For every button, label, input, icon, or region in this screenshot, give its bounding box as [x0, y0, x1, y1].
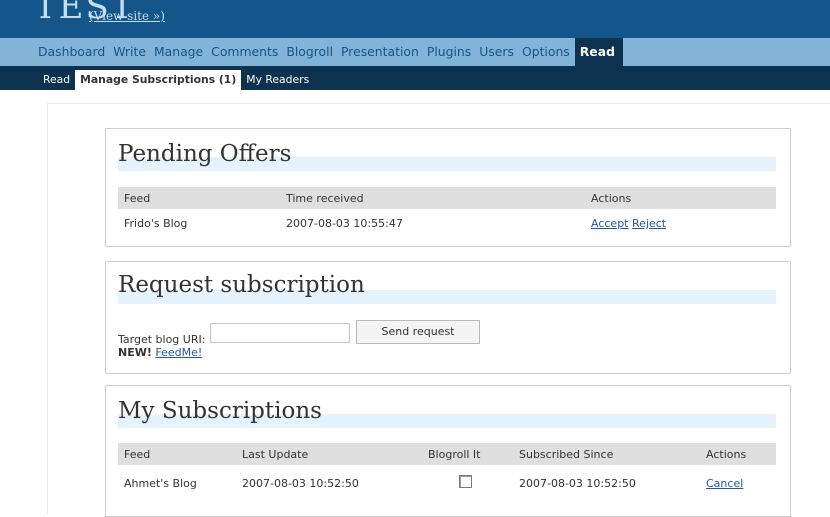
subscribed-since: 2007-08-03 10:52:50 [519, 477, 636, 490]
column-header: Blogroll It [428, 448, 481, 461]
new-label: NEW! [118, 346, 152, 359]
menu-dashboard[interactable]: Dashboard [34, 38, 109, 66]
menu-manage[interactable]: Manage [150, 38, 207, 66]
menu-blogroll[interactable]: Blogroll [282, 38, 337, 66]
cancel-link[interactable]: Cancel [706, 477, 743, 490]
menu-presentation[interactable]: Presentation [337, 38, 423, 66]
menu-plugins[interactable]: Plugins [423, 38, 475, 66]
last-update: 2007-08-03 10:52:50 [242, 477, 359, 490]
column-header: Actions [591, 192, 632, 205]
pending-offers-box: Pending Offers Feed Time received Action… [105, 128, 791, 247]
site-header: TEST (View site ») [0, 0, 830, 38]
table-header: Feed Last Update Blogroll It Subscribed … [118, 443, 776, 465]
column-header: Actions [706, 448, 747, 461]
menu-read[interactable]: Read [574, 38, 623, 66]
offer-actions: Accept Reject [591, 217, 666, 230]
my-subscriptions-title: My Subscriptions [118, 398, 322, 424]
column-header: Subscribed Since [519, 448, 614, 461]
accept-link[interactable]: Accept [591, 217, 629, 230]
admin-menu: Dashboard Write Manage Comments Blogroll… [0, 38, 830, 66]
column-header: Feed [124, 448, 151, 461]
submenu-read[interactable]: Read [38, 70, 75, 90]
table-header: Feed Time received Actions [118, 187, 776, 209]
menu-users[interactable]: Users [475, 38, 518, 66]
submenu-manage-subscriptions[interactable]: Manage Subscriptions (1) [75, 70, 242, 90]
pending-offers-title: Pending Offers [118, 141, 292, 167]
column-header: Feed [124, 192, 151, 205]
time-received: 2007-08-03 10:55:47 [286, 217, 403, 230]
feedme-link[interactable]: FeedMe! [155, 346, 202, 359]
menu-options[interactable]: Options [518, 38, 574, 66]
cancel-action: Cancel [706, 477, 743, 490]
sub-menu: Read Manage Subscriptions (1) My Readers [0, 66, 830, 90]
target-uri-label: Target blog URI: [118, 333, 206, 346]
feed-name: Frido's Blog [124, 217, 188, 230]
feed-name: Ahmet's Blog [124, 477, 197, 490]
request-subscription-title: Request subscription [118, 272, 365, 298]
send-request-button[interactable]: Send request [356, 320, 480, 344]
menu-comments[interactable]: Comments [207, 38, 282, 66]
column-header: Last Update [242, 448, 309, 461]
request-subscription-box: Request subscription Target blog URI: Se… [105, 261, 791, 374]
submenu-my-readers[interactable]: My Readers [241, 70, 314, 90]
view-site-link[interactable]: (View site ») [89, 9, 165, 23]
reject-link[interactable]: Reject [632, 217, 666, 230]
my-subscriptions-box: My Subscriptions Feed Last Update Blogro… [105, 385, 791, 517]
feedme-line: NEW! FeedMe! [118, 346, 202, 359]
blogroll-checkbox[interactable] [459, 475, 472, 488]
column-header: Time received [286, 192, 364, 205]
menu-write[interactable]: Write [109, 38, 150, 66]
target-uri-input[interactable] [210, 323, 350, 343]
